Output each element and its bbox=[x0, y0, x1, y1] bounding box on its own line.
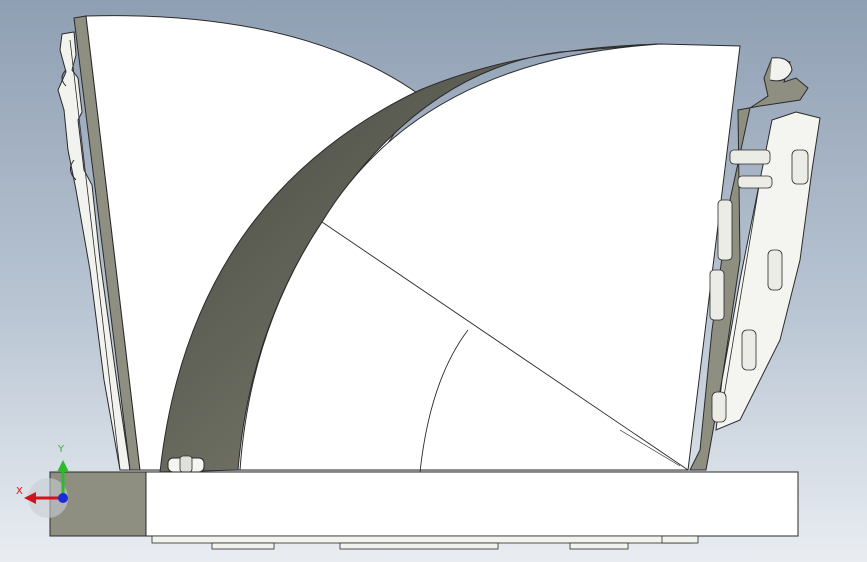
triad-y-label: Y bbox=[58, 444, 65, 455]
base-bottom-features bbox=[151, 535, 699, 550]
coordinate-triad bbox=[24, 460, 69, 518]
arc-bottom-bolt bbox=[167, 455, 205, 473]
cad-3d-viewport[interactable]: X Y bbox=[0, 0, 867, 562]
base-plate bbox=[49, 471, 799, 537]
triad-y-arrow bbox=[57, 460, 69, 472]
triad-z-axis bbox=[58, 493, 68, 503]
cad-model-render[interactable] bbox=[0, 0, 867, 562]
triad-x-label: X bbox=[16, 486, 23, 497]
